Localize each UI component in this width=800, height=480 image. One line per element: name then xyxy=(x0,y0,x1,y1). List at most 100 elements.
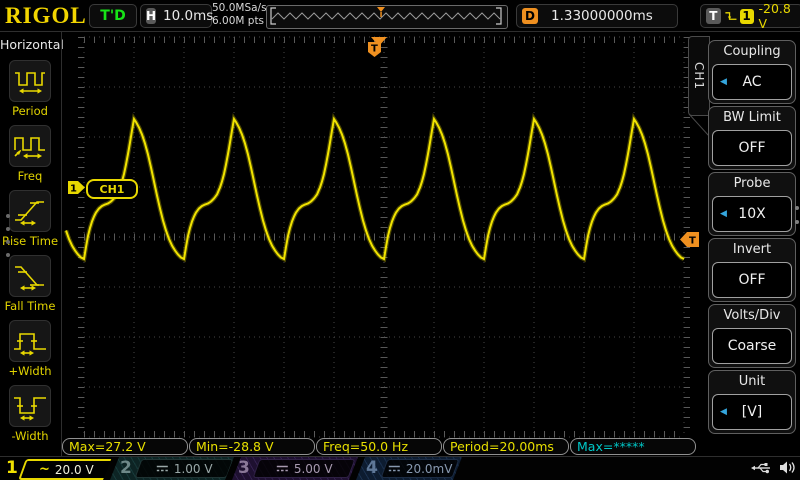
menu-value-text: 10X xyxy=(738,206,765,222)
scroll-indicator-dot xyxy=(6,240,10,244)
dc-coupling-icon xyxy=(388,461,401,475)
menu-item-label: Volts/Div xyxy=(709,305,795,326)
menu-value-text: [V] xyxy=(742,404,763,420)
trigger-status-text: T'D xyxy=(100,8,125,24)
ac-coupling-icon: ~ xyxy=(39,462,50,477)
horizontal-timebase-indicator: H 10.0ms xyxy=(140,4,212,28)
channel-scale-box: ~20.0 V xyxy=(18,459,114,480)
rise-time-icon xyxy=(9,190,51,232)
rigol-logo: RIGOL xyxy=(5,3,87,29)
menu-value-text: OFF xyxy=(738,272,765,288)
menu-item-value: ◀ [V] xyxy=(712,394,792,430)
right-menu-tab-label: CH1 xyxy=(692,62,706,90)
trigger-status-indicator: T'D xyxy=(89,4,137,28)
menu-value-text: OFF xyxy=(738,140,765,156)
fall-time-icon xyxy=(9,255,51,297)
topbar-divider xyxy=(0,31,800,32)
measure-item-period[interactable]: Period xyxy=(0,60,60,118)
measurement-cell-4[interactable]: Period=20.00ms xyxy=(443,438,569,455)
select-triangle-icon: ◀ xyxy=(720,77,727,87)
period-icon xyxy=(9,60,51,102)
svg-text:T: T xyxy=(689,236,696,247)
channel-1-status[interactable]: 1~20.0 V xyxy=(0,457,112,480)
channel-4-status[interactable]: 4 20.0mV xyxy=(356,457,462,480)
channel-number: 4 xyxy=(366,458,378,478)
minus-width-icon xyxy=(9,385,51,427)
menu-item-bw-limit[interactable]: BW Limit OFF xyxy=(708,106,796,170)
svg-text:T: T xyxy=(371,44,378,55)
measure-item--width[interactable]: +Width xyxy=(0,320,60,378)
trigger-source-badge: 1 xyxy=(740,9,754,24)
trigger-level-value: -20.8 V xyxy=(759,1,800,31)
t-badge: T xyxy=(706,8,721,24)
measurement-cell-1[interactable]: Max=27.2 V xyxy=(62,438,188,455)
measurement-cell-5[interactable]: Max=***** xyxy=(570,438,696,455)
delay-value: 1.33000000ms xyxy=(551,8,653,24)
ch1-trace xyxy=(66,119,684,259)
channel-2-status[interactable]: 2 1.00 V xyxy=(110,457,234,480)
select-triangle-icon: ◀ xyxy=(720,407,727,417)
menu-item-coupling[interactable]: Coupling ◀ AC xyxy=(708,40,796,104)
menu-item-unit[interactable]: Unit◀[V] xyxy=(708,370,796,434)
measure-item--width[interactable]: -Width xyxy=(0,385,60,443)
channel-scale-value: 1.00 V xyxy=(174,461,213,475)
menu-item-probe[interactable]: Probe◀10X xyxy=(708,172,796,236)
channel-status-bar: 1~20.0 V21.00 V35.00 V420.0mV xyxy=(0,457,800,480)
channel1-position-marker: 1 xyxy=(68,181,85,195)
measure-item-fall-time[interactable]: Fall Time xyxy=(0,255,60,313)
measure-item-label: +Width xyxy=(0,364,60,378)
measurement-cell-2[interactable]: Min=-28.8 V xyxy=(189,438,315,455)
menu-item-volts-div[interactable]: Volts/Div Coarse xyxy=(708,304,796,368)
menu-item-label: Coupling xyxy=(709,41,795,62)
channel-scale-box: 5.00 V xyxy=(253,459,356,478)
channel-3-status[interactable]: 35.00 V xyxy=(232,457,358,480)
h-badge: H xyxy=(146,8,156,24)
menu-item-value: ◀ AC xyxy=(712,64,792,100)
right-menu-tab-ch1: CH1 xyxy=(688,36,710,116)
acquisition-info: 50.0MSa/s 6.00M pts xyxy=(212,2,267,28)
scroll-indicator-dot xyxy=(6,214,10,218)
menu-item-label: Invert xyxy=(709,239,795,260)
channel-number: 1 xyxy=(6,458,18,478)
graticule xyxy=(81,37,687,437)
menu-value-text: Coarse xyxy=(728,338,777,354)
select-triangle-icon: ◀ xyxy=(720,209,727,219)
measure-item-freq[interactable]: Freq xyxy=(0,125,60,183)
delay-indicator: D 1.33000000ms xyxy=(516,4,678,28)
measure-menu-title: Horizontal xyxy=(0,37,60,52)
page-indicator-dot xyxy=(795,220,799,224)
channel-number: 2 xyxy=(120,458,132,478)
channel-scale-box: 20.0mV xyxy=(381,459,460,478)
scope-display: T T 1 xyxy=(0,0,800,480)
ch1-trace-label: CH1 xyxy=(86,179,138,199)
channel-scale-value: 20.0mV xyxy=(406,461,453,475)
measure-item-label: Freq xyxy=(0,169,60,183)
menu-item-value: OFF xyxy=(712,262,792,298)
top-status-bar: RIGOL T'D H 10.0ms 50.0MSa/s 6.00M pts D… xyxy=(0,0,800,31)
trigger-settings-indicator: T 1 -20.8 V xyxy=(700,4,800,28)
timebase-value: 10.0ms xyxy=(163,8,213,24)
beeper-icon xyxy=(779,460,796,475)
channel-scale-box: 1.00 V xyxy=(135,459,234,478)
measurement-cell-3[interactable]: Freq=50.0 Hz xyxy=(316,438,442,455)
sample-rate: 50.0MSa/s xyxy=(212,2,267,15)
menu-item-invert[interactable]: Invert OFF xyxy=(708,238,796,302)
measure-menu: Horizontal PeriodFreqRise TimeFall Time+… xyxy=(0,32,60,456)
system-icons xyxy=(750,460,796,475)
measure-item-label: Period xyxy=(0,104,60,118)
menu-item-label: BW Limit xyxy=(709,107,795,128)
preview-waveform xyxy=(272,13,500,19)
channel-scale-value: 20.0 V xyxy=(55,462,94,476)
measure-item-label: Fall Time xyxy=(0,299,60,313)
measure-item-label: -Width xyxy=(0,429,60,443)
dc-coupling-icon xyxy=(156,461,169,475)
oscilloscope-screen: T T 1 RIGOL T'D H 10.0ms 50.0MSa/s 6.00M… xyxy=(0,0,800,480)
ch1-trace-glow xyxy=(66,119,684,259)
d-badge: D xyxy=(522,8,538,24)
menu-value-text: AC xyxy=(742,74,761,90)
plus-width-icon xyxy=(9,320,51,362)
menu-item-value: Coarse xyxy=(712,328,792,364)
trigger-position-marker: T xyxy=(368,37,387,57)
freq-icon xyxy=(9,125,51,167)
scroll-indicator-dot xyxy=(6,227,10,231)
